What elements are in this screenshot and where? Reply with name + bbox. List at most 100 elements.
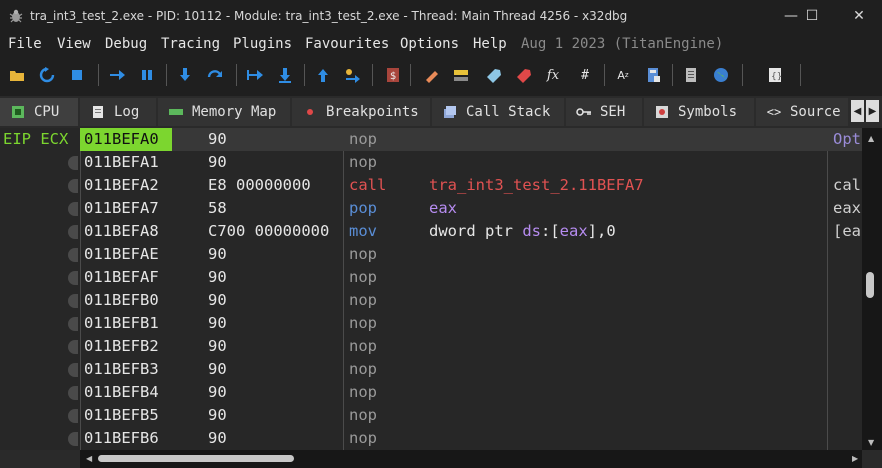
trace-into-icon[interactable]	[246, 66, 264, 84]
script-icon[interactable]: $	[384, 66, 402, 84]
instruction-address: 011BEFA1	[84, 153, 159, 171]
scroll-down-icon[interactable]: ▼	[868, 438, 874, 447]
notes-icon[interactable]	[682, 66, 700, 84]
disasm-row[interactable]: 011BEFB1 90 nop	[80, 312, 862, 335]
svg-text:$: $	[390, 71, 396, 82]
help-icon[interactable]: {}	[766, 66, 784, 84]
disasm-row[interactable]: 011BEFB5 90 nop	[80, 404, 862, 427]
pause-icon[interactable]	[138, 66, 156, 84]
disasm-row[interactable]: 011BEFA2 E8 00000000 call tra_int3_test_2.1…	[80, 174, 862, 197]
functions-icon[interactable]: fx	[544, 66, 562, 84]
cpu-icon	[10, 104, 26, 120]
breakpoint-gutter-marker[interactable]	[68, 317, 78, 331]
run-icon[interactable]	[108, 66, 126, 84]
instruction-comment: [ea	[833, 222, 861, 240]
breakpoint-gutter-marker[interactable]	[68, 340, 78, 354]
svg-text:{}: {}	[771, 72, 782, 82]
instruction-bytes: E8 00000000	[208, 176, 311, 194]
tab-scroll-left-button[interactable]: ◀	[851, 100, 864, 122]
stop-icon[interactable]	[68, 66, 86, 84]
disasm-row[interactable]: 011BEFAE 90 nop	[80, 243, 862, 266]
tab-scroll-right-button[interactable]: ▶	[866, 100, 879, 122]
instruction-address: 011BEFA2	[84, 176, 159, 194]
execute-till-return-icon[interactable]	[314, 66, 332, 84]
x32dbg-window: tra_int3_test_2.exe - PID: 10112 - Modul…	[0, 0, 882, 468]
disasm-row[interactable]: 011BEFA7 58 pop eax eax	[80, 197, 862, 220]
menu-help[interactable]: Help	[473, 36, 507, 52]
disasm-row[interactable]: 011BEFB6 90 nop	[80, 427, 862, 450]
breakpoint-gutter-marker[interactable]	[68, 271, 78, 285]
run-to-user-code-icon[interactable]	[344, 66, 362, 84]
tab-memory-map[interactable]: Memory Map	[158, 98, 290, 126]
breakpoint-gutter-marker[interactable]	[68, 225, 78, 239]
breakpoint-gutter-marker[interactable]	[68, 386, 78, 400]
maximize-button[interactable]: ☐	[789, 0, 835, 32]
breakpoint-gutter-marker[interactable]	[68, 409, 78, 423]
disasm-row[interactable]: 011BEFB4 90 nop	[80, 381, 862, 404]
breakpoint-gutter-marker[interactable]	[68, 248, 78, 262]
tab-cpu[interactable]: CPU	[0, 98, 78, 126]
instruction-address: 011BEFA8	[84, 222, 159, 240]
menu-view[interactable]: View	[57, 36, 91, 52]
tab-label: Memory Map	[192, 104, 277, 120]
instruction-mnemonic: nop	[349, 429, 377, 447]
menu-debug[interactable]: Debug	[105, 36, 147, 52]
tab-breakpoints[interactable]: Breakpoints	[292, 98, 430, 126]
vertical-scroll-thumb[interactable]	[866, 272, 874, 298]
calculator-icon[interactable]	[644, 66, 662, 84]
close-button[interactable]: ✕	[836, 0, 882, 32]
instruction-bytes: 90	[208, 130, 227, 148]
tab-log[interactable]: Log	[80, 98, 156, 126]
disasm-row[interactable]: 011BEFB0 90 nop	[80, 289, 862, 312]
disasm-row[interactable]: 011BEFB3 90 nop	[80, 358, 862, 381]
step-over-icon[interactable]	[206, 66, 224, 84]
restart-icon[interactable]	[38, 66, 56, 84]
menu-favourites[interactable]: Favourites	[305, 36, 389, 52]
strings-icon[interactable]: Az	[614, 66, 632, 84]
menu-plugins[interactable]: Plugins	[233, 36, 292, 52]
title-bar: tra_int3_test_2.exe - PID: 10112 - Modul…	[0, 0, 882, 32]
breakpoint-gutter-marker[interactable]	[68, 179, 78, 193]
disasm-row[interactable]: 011BEFA0 90 nop Opt	[80, 128, 862, 151]
tab-label: Log	[114, 104, 140, 120]
breakpoint-gutter-marker[interactable]	[68, 294, 78, 308]
tab-label: Breakpoints	[326, 104, 419, 120]
breakpoint-gutter-marker[interactable]	[68, 363, 78, 377]
menu-options[interactable]: Options	[400, 36, 459, 52]
horizontal-scroll-thumb[interactable]	[98, 455, 294, 462]
instruction-address: 011BEFB2	[84, 337, 159, 355]
disasm-row[interactable]: 011BEFA8 C700 00000000 mov dword ptr ds:[ea…	[80, 220, 862, 243]
instruction-bytes: 90	[208, 406, 227, 424]
instruction-comment: eax	[833, 199, 861, 217]
variables-icon[interactable]: #	[576, 66, 594, 84]
step-into-icon[interactable]	[176, 66, 194, 84]
scroll-left-icon[interactable]: ◀	[86, 454, 92, 463]
seh-icon	[576, 104, 592, 120]
tab-symbols[interactable]: Symbols	[644, 98, 754, 126]
disasm-row[interactable]: 011BEFAF 90 nop	[80, 266, 862, 289]
scroll-right-icon[interactable]: ▶	[852, 454, 858, 463]
breakpoint-gutter-marker[interactable]	[68, 202, 78, 216]
tab-call-stack[interactable]: Call Stack	[432, 98, 564, 126]
instruction-mnemonic: mov	[349, 222, 377, 240]
instruction-mnemonic: nop	[349, 406, 377, 424]
comments-icon[interactable]	[452, 66, 470, 84]
trace-over-icon[interactable]	[276, 66, 294, 84]
breakpoint-gutter-marker[interactable]	[68, 432, 78, 446]
bookmarks-icon[interactable]	[514, 66, 532, 84]
instruction-mnemonic: nop	[349, 360, 377, 378]
open-icon[interactable]	[8, 66, 26, 84]
scroll-up-icon[interactable]: ▲	[868, 134, 874, 143]
disassembly-view[interactable]: EIP ECX 011BEFA0 90 nop Opt 011BEFA1 90 nop 011…	[0, 128, 862, 450]
instruction-mnemonic: nop	[349, 245, 377, 263]
tab-seh[interactable]: SEH	[566, 98, 642, 126]
breakpoint-gutter-marker[interactable]	[68, 156, 78, 170]
tab-source[interactable]: <> Source	[756, 98, 848, 126]
disasm-row[interactable]: 011BEFB2 90 nop	[80, 335, 862, 358]
disasm-row[interactable]: 011BEFA1 90 nop	[80, 151, 862, 174]
patch-icon[interactable]	[422, 66, 440, 84]
menu-tracing[interactable]: Tracing	[161, 36, 220, 52]
globe-icon[interactable]	[712, 66, 730, 84]
labels-icon[interactable]	[484, 66, 502, 84]
menu-file[interactable]: File	[8, 36, 42, 52]
